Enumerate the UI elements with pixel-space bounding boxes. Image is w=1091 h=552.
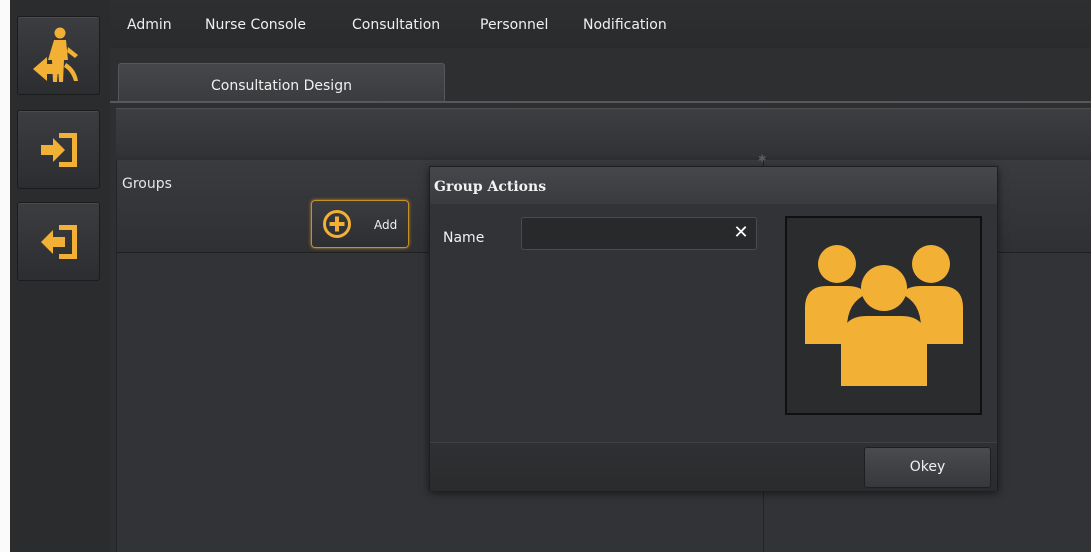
logout-icon [40,224,77,259]
menu-item-consultation[interactable]: Consultation [352,17,440,33]
name-label: Name [443,230,485,246]
plus-circle-icon [323,210,351,238]
window-left-edge [0,0,10,552]
toolbar-strip [116,108,1091,157]
caregiver-walk-icon [32,27,78,82]
groups-title: Groups [122,176,172,192]
clear-icon[interactable]: ✕ [731,223,751,243]
name-input[interactable] [521,217,757,250]
group-actions-dialog: Group Actions Name ✕ Okey [429,166,998,491]
sidebar-caregiver-button[interactable] [17,16,100,95]
add-group-button[interactable]: Add [311,200,409,248]
okey-button[interactable]: Okey [864,447,991,488]
add-button-label: Add [374,218,398,232]
sidebar-login-button[interactable] [17,110,100,189]
dialog-title: Group Actions [430,167,997,204]
group-people-icon [805,245,963,386]
tab-consultation-design[interactable]: Consultation Design [118,63,445,103]
menu-item-nurse-console[interactable]: Nurse Console [205,17,306,33]
tab-underline [110,101,1091,103]
menu-bar: Admin Nurse Console Consultation Personn… [110,0,1091,48]
dialog-footer: Okey [430,442,997,491]
splitter-handle[interactable]: ✱ [758,154,766,165]
menu-item-nodification[interactable]: Nodification [583,17,667,33]
menu-item-personnel[interactable]: Personnel [480,17,548,33]
login-icon [40,132,77,167]
sidebar-logout-button[interactable] [17,202,100,281]
menu-item-admin[interactable]: Admin [127,17,172,33]
group-image-box[interactable] [785,216,982,415]
sidebar [10,0,110,552]
